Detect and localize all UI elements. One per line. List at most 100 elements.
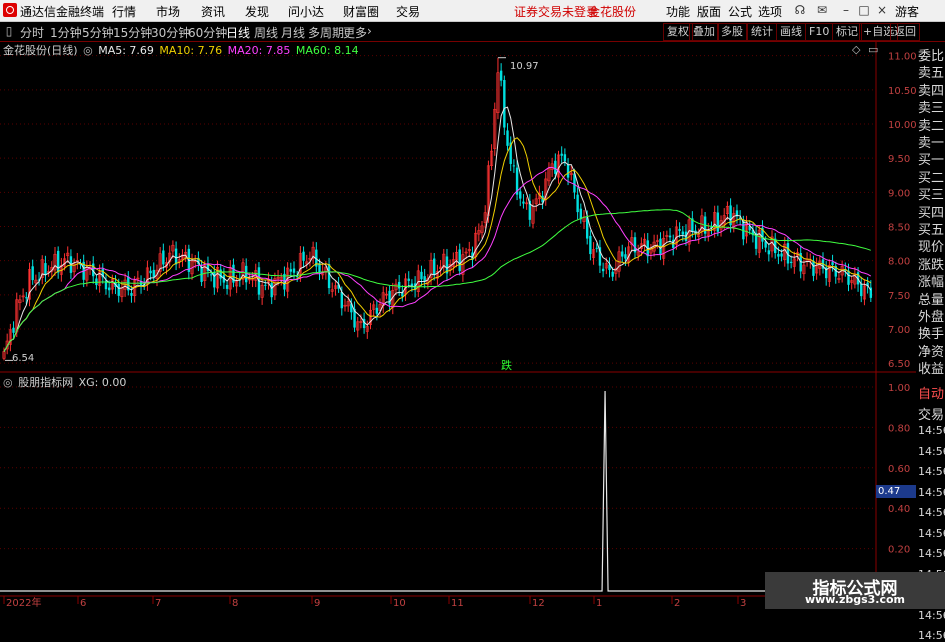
quote-field-label[interactable]: 涨跌 [918, 254, 944, 273]
quote-field-label[interactable]: 涨幅 [918, 271, 944, 290]
quote-field-label[interactable]: 买一 [918, 149, 944, 168]
sub-legend: ◎ 股朋指标网 XG: 0.00 [3, 374, 128, 390]
candle-body [777, 254, 780, 257]
tick-time-label: 14:56 [918, 506, 945, 519]
candle-body [423, 276, 426, 282]
candle-body [130, 293, 133, 296]
quote-field-label[interactable]: 净资 [918, 341, 944, 360]
quote-field-label[interactable]: 卖二 [918, 115, 944, 134]
date-tick-label: 2022年 [6, 596, 41, 609]
candle-body [174, 248, 178, 265]
ma5-label: MA5: 7.69 [98, 44, 154, 57]
date-tick-label: 8 [232, 598, 238, 609]
candle-body [563, 154, 567, 162]
price-tick-label: 10.50 [888, 86, 917, 97]
candle-body [624, 254, 627, 259]
collapse-icon[interactable]: ▭ [868, 43, 878, 56]
quote-field-label[interactable]: 委比 [918, 45, 944, 64]
candle-body [560, 153, 563, 156]
chart-grid [0, 42, 945, 609]
tick-time-label: 14:56 [918, 485, 945, 499]
candle-body [375, 307, 379, 314]
price-tick-label: 9.00 [888, 188, 910, 199]
cursor-value-badge: 0.47 [876, 485, 918, 498]
price-tick-label: 10.00 [888, 120, 917, 131]
candle-body [812, 260, 815, 276]
trade-tab-label[interactable]: 交易 [918, 404, 944, 423]
low-price-label: 6.54 [12, 353, 34, 364]
price-tick-label: 6.50 [888, 359, 910, 370]
trade-tab-label[interactable]: 自动 [918, 383, 944, 402]
candle-body [522, 201, 525, 204]
quote-field-label[interactable]: 换手 [918, 323, 944, 342]
date-tick-label: 11 [451, 598, 464, 609]
tick-time-label: 14:56 [918, 465, 945, 478]
diamond-icon[interactable]: ◇ [852, 43, 860, 56]
tick-time-label: 14:56 [918, 547, 945, 560]
quote-field-label[interactable]: 收益 [918, 358, 944, 377]
candle-body [149, 270, 152, 274]
quote-field-label[interactable]: 买五 [918, 219, 944, 238]
indicator-tick-label: 0.60 [888, 464, 910, 475]
date-tick-label: 3 [740, 598, 746, 609]
candle-body [44, 263, 47, 275]
legend-settings-icon[interactable]: ◎ [83, 44, 93, 57]
date-axis: 2022年 6 7 8 9 10 11 12 1 2 3 [3, 596, 746, 609]
quote-field-label[interactable]: 卖一 [918, 132, 944, 151]
candle-body [25, 297, 28, 299]
candle-body [716, 212, 720, 232]
date-tick-label: 10 [393, 598, 406, 609]
date-tick-label: 1 [596, 598, 602, 609]
candle-body [31, 266, 34, 281]
candle-body [681, 231, 684, 235]
quote-field-label[interactable]: 买三 [918, 184, 944, 203]
quote-field-label[interactable]: 卖四 [918, 80, 944, 99]
watermark-url: www.zbgs3.com [804, 593, 906, 606]
candle-body [678, 228, 681, 231]
candle-body [12, 327, 15, 333]
kline-chart[interactable]: 11.0010.5010.009.509.008.508.007.507.006… [0, 0, 945, 609]
price-tick-label: 11.00 [888, 52, 917, 63]
candle-body [302, 251, 305, 261]
candle-body [56, 250, 60, 273]
tick-time-label: 14:56 [918, 424, 945, 437]
candle-body [289, 269, 293, 272]
indicator-tick-label: 0.40 [888, 504, 910, 515]
candle-body [780, 253, 783, 257]
indicator-tick-label: 0.20 [888, 545, 910, 556]
quote-field-label[interactable]: 卖五 [918, 62, 944, 81]
indicator-tick-label: 1.00 [888, 383, 910, 394]
ma10-label: MA10: 7.76 [159, 44, 223, 57]
tick-time-label: 14:56 [918, 608, 945, 622]
ma20-line [3, 166, 872, 352]
candle-body [162, 250, 165, 265]
quote-field-label[interactable]: 现价 [918, 236, 944, 255]
quote-field-label[interactable]: 买四 [918, 202, 944, 221]
date-tick-label: 9 [314, 598, 320, 609]
indicator-title: 股朋指标网 [18, 376, 74, 389]
price-tick-label: 7.50 [888, 291, 910, 302]
quote-field-label[interactable]: 卖三 [918, 97, 944, 116]
candle-body [668, 235, 672, 238]
indicator-value: XG: 0.00 [78, 376, 127, 389]
candle-body [831, 262, 834, 266]
candle-body [767, 250, 771, 255]
date-tick-label: 12 [532, 598, 545, 609]
candle-body [847, 270, 850, 285]
candle-body [225, 284, 229, 289]
candle-body [270, 282, 273, 298]
candle-body [107, 287, 111, 291]
quote-field-label[interactable]: 外盘 [918, 306, 944, 325]
candle-body [589, 235, 592, 255]
price-tick-label: 9.50 [888, 154, 910, 165]
indicator-spike [0, 390, 876, 592]
ma-lines [3, 57, 872, 361]
tick-time-label: 14:56 [918, 629, 945, 642]
quote-field-label[interactable]: 买二 [918, 167, 944, 186]
candle-body [264, 284, 267, 286]
candle-body [327, 264, 331, 289]
candle-body [519, 191, 522, 199]
quote-field-label[interactable]: 总量 [918, 289, 944, 308]
sub-settings-icon[interactable]: ◎ [3, 376, 13, 389]
candle-body [860, 283, 863, 297]
